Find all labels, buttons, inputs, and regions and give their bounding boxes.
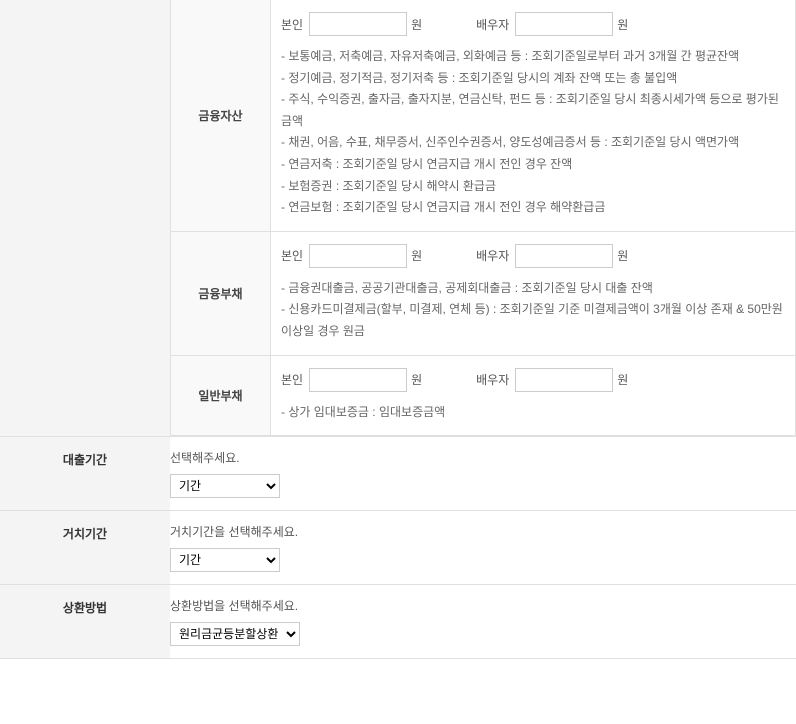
financial-table: 금융자산 본인 원 배우자 원 - 보통예금, 저축예금, 자유저축예금, 외화… xyxy=(170,0,796,436)
assets-desc: - 보통예금, 저축예금, 자유저축예금, 외화예금 등 : 조회기준일로부터 … xyxy=(281,46,785,219)
loan-period-label: 대출기간 xyxy=(0,437,170,510)
financial-assets-content: 본인 원 배우자 원 - 보통예금, 저축예금, 자유저축예금, 외화예금 등 … xyxy=(271,0,795,231)
desc-line: - 보통예금, 저축예금, 자유저축예금, 외화예금 등 : 조회기준일로부터 … xyxy=(281,46,785,68)
assets-self-unit: 원 xyxy=(411,16,422,33)
grace-period-row: 거치기간 거치기간을 선택해주세요. 기간 xyxy=(0,511,796,585)
desc-line: - 연금저축 : 조회기준일 당시 연금지급 개시 전인 경우 잔액 xyxy=(281,154,785,176)
desc-line: - 정기예금, 정기적금, 정기저축 등 : 조회기준일 당시의 계좌 잔액 또… xyxy=(281,68,785,90)
grace-period-content: 거치기간을 선택해주세요. 기간 xyxy=(170,511,796,584)
loan-period-select[interactable]: 기간 xyxy=(170,474,280,498)
debts-self-label: 본인 xyxy=(281,247,303,264)
assets-spouse-input[interactable] xyxy=(515,12,613,36)
desc-line: - 신용카드미결제금(할부, 미결제, 연체 등) : 조회기준일 기준 미결제… xyxy=(281,299,785,342)
financial-debts-row: 금융부채 본인 원 배우자 원 - 금융권대출금, 공공기관대출금, 공제회대출… xyxy=(170,232,796,356)
desc-line: - 상가 임대보증금 : 임대보증금액 xyxy=(281,402,785,424)
desc-line: - 주식, 수익증권, 출자금, 출자지분, 연금신탁, 펀드 등 : 조회기준… xyxy=(281,89,785,132)
assets-self-label: 본인 xyxy=(281,16,303,33)
assets-input-row: 본인 원 배우자 원 xyxy=(281,12,785,36)
financial-assets-row: 금융자산 본인 원 배우자 원 - 보통예금, 저축예금, 자유저축예금, 외화… xyxy=(170,0,796,232)
general-debts-spouse-label: 배우자 xyxy=(476,371,509,388)
grace-period-hint: 거치기간을 선택해주세요. xyxy=(170,523,796,540)
financial-debts-content: 본인 원 배우자 원 - 금융권대출금, 공공기관대출금, 공제회대출금 : 조… xyxy=(271,232,795,355)
debts-input-row: 본인 원 배우자 원 xyxy=(281,244,785,268)
debts-self-input[interactable] xyxy=(309,244,407,268)
debts-spouse-label: 배우자 xyxy=(476,247,509,264)
assets-spouse-unit: 원 xyxy=(617,16,628,33)
grace-period-select[interactable]: 기간 xyxy=(170,548,280,572)
general-debts-self-input[interactable] xyxy=(309,368,407,392)
grace-period-label: 거치기간 xyxy=(0,511,170,584)
debts-spouse-unit: 원 xyxy=(617,247,628,264)
financial-content: 금융자산 본인 원 배우자 원 - 보통예금, 저축예금, 자유저축예금, 외화… xyxy=(170,0,796,436)
loan-period-content: 선택해주세요. 기간 xyxy=(170,437,796,510)
general-debts-row: 일반부채 본인 원 배우자 원 - 상가 임대보증금 : 임대보증금액 xyxy=(170,356,796,437)
financial-section: 금융자산 본인 원 배우자 원 - 보통예금, 저축예금, 자유저축예금, 외화… xyxy=(0,0,796,437)
desc-line: - 보험증권 : 조회기준일 당시 해약시 환급금 xyxy=(281,176,785,198)
assets-spouse-label: 배우자 xyxy=(476,16,509,33)
loan-period-row: 대출기간 선택해주세요. 기간 xyxy=(0,437,796,511)
repayment-label: 상환방법 xyxy=(0,585,170,658)
loan-period-hint: 선택해주세요. xyxy=(170,449,796,466)
repayment-content: 상환방법을 선택해주세요. 원리금균등분할상환 xyxy=(170,585,796,658)
general-debts-content: 본인 원 배우자 원 - 상가 임대보증금 : 임대보증금액 xyxy=(271,356,795,436)
repayment-hint: 상환방법을 선택해주세요. xyxy=(170,597,796,614)
general-debts-label: 일반부채 xyxy=(171,356,271,436)
general-debts-self-label: 본인 xyxy=(281,371,303,388)
debts-spouse-input[interactable] xyxy=(515,244,613,268)
desc-line: - 연금보험 : 조회기준일 당시 연금지급 개시 전인 경우 해약환급금 xyxy=(281,197,785,219)
financial-main-label xyxy=(0,0,170,436)
general-debts-spouse-input[interactable] xyxy=(515,368,613,392)
desc-line: - 채권, 어음, 수표, 채무증서, 신주인수권증서, 양도성예금증서 등 :… xyxy=(281,132,785,154)
repayment-row: 상환방법 상환방법을 선택해주세요. 원리금균등분할상환 xyxy=(0,585,796,659)
repayment-select[interactable]: 원리금균등분할상환 xyxy=(170,622,300,646)
form-container: 금융자산 본인 원 배우자 원 - 보통예금, 저축예금, 자유저축예금, 외화… xyxy=(0,0,796,659)
general-debts-desc: - 상가 임대보증금 : 임대보증금액 xyxy=(281,402,785,424)
financial-debts-label: 금융부채 xyxy=(171,232,271,355)
assets-self-input[interactable] xyxy=(309,12,407,36)
general-debts-spouse-unit: 원 xyxy=(617,371,628,388)
general-debts-self-unit: 원 xyxy=(411,371,422,388)
general-debts-input-row: 본인 원 배우자 원 xyxy=(281,368,785,392)
desc-line: - 금융권대출금, 공공기관대출금, 공제회대출금 : 조회기준일 당시 대출 … xyxy=(281,278,785,300)
debts-self-unit: 원 xyxy=(411,247,422,264)
financial-assets-label: 금융자산 xyxy=(171,0,271,231)
debts-desc: - 금융권대출금, 공공기관대출금, 공제회대출금 : 조회기준일 당시 대출 … xyxy=(281,278,785,343)
